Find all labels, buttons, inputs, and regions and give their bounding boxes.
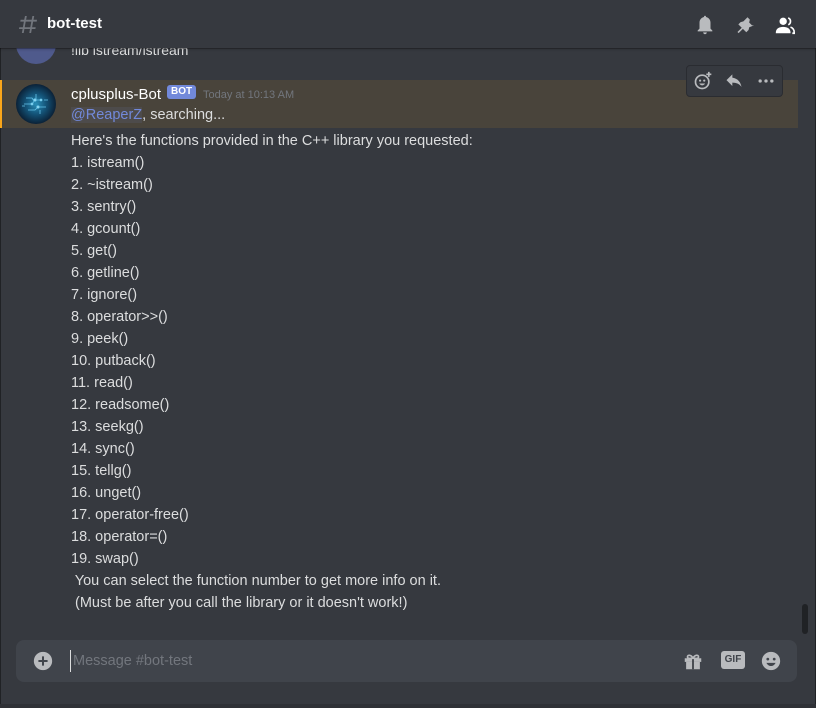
function-list-item: 9. peek() (71, 331, 129, 347)
more-icon (758, 79, 774, 83)
function-list-item: 1. istream() (71, 155, 145, 171)
user-mention[interactable]: @ReaperZ (71, 107, 143, 123)
more-button[interactable] (754, 69, 778, 93)
gift-icon[interactable] (681, 650, 705, 672)
circuit-brain-icon (22, 94, 48, 114)
mention-line: @ReaperZ, searching... (71, 107, 225, 123)
function-list-item: 18. operator=() (71, 529, 168, 545)
function-list-item: 15. tellg() (71, 463, 132, 479)
bot-avatar[interactable] (16, 84, 56, 124)
searching-text: , searching... (142, 107, 226, 123)
function-list-item: 12. readsome() (71, 397, 170, 413)
add-attachment-icon[interactable] (32, 650, 54, 672)
bot-username[interactable]: cplusplus-Bot (71, 86, 161, 103)
function-list-item: 19. swap() (71, 551, 139, 567)
function-list-item: 16. unget() (71, 485, 142, 501)
hash-icon (19, 16, 37, 33)
bot-tag-badge: BOT (167, 85, 197, 99)
message-composer: GIF (16, 640, 797, 682)
members-icon[interactable] (774, 14, 796, 36)
add-reaction-icon (694, 71, 712, 90)
message-input[interactable] (70, 650, 633, 672)
function-list-item: 3. sentry() (71, 199, 137, 215)
function-list-item: 10. putback() (71, 353, 156, 369)
function-list-item: 13. seekg() (71, 419, 144, 435)
function-list-item: 17. operator-free() (71, 507, 189, 523)
footer-line: You can select the function number to ge… (71, 573, 441, 589)
intro-text: Here's the functions provided in the C++… (71, 133, 473, 149)
emoji-icon[interactable] (759, 650, 783, 672)
reply-button[interactable] (722, 69, 746, 93)
function-list-item: 8. operator>>() (71, 309, 168, 325)
bell-icon[interactable] (694, 14, 716, 36)
function-list-item: 6. getline() (71, 265, 140, 281)
footer-line: (Must be after you call the library or i… (71, 595, 408, 611)
pin-icon[interactable] (734, 14, 756, 36)
function-list-item: 5. get() (71, 243, 117, 259)
bottom-strip (0, 704, 816, 708)
function-list-item: 7. ignore() (71, 287, 138, 303)
scrollbar-thumb[interactable] (802, 604, 808, 634)
message-toolbar (686, 65, 783, 97)
message-timestamp[interactable]: Today at 10:13 AM (203, 89, 294, 101)
channel-header: bot-test (0, 0, 816, 48)
function-list-item: 11. read() (71, 375, 133, 391)
channel-name: bot-test (47, 15, 102, 32)
add-reaction-button[interactable] (691, 69, 715, 93)
function-list-item: 2. ~istream() (71, 177, 153, 193)
function-list-item: 14. sync() (71, 441, 135, 457)
gif-button[interactable]: GIF (721, 651, 745, 669)
reply-icon (726, 74, 742, 87)
function-list-item: 4. gcount() (71, 221, 141, 237)
